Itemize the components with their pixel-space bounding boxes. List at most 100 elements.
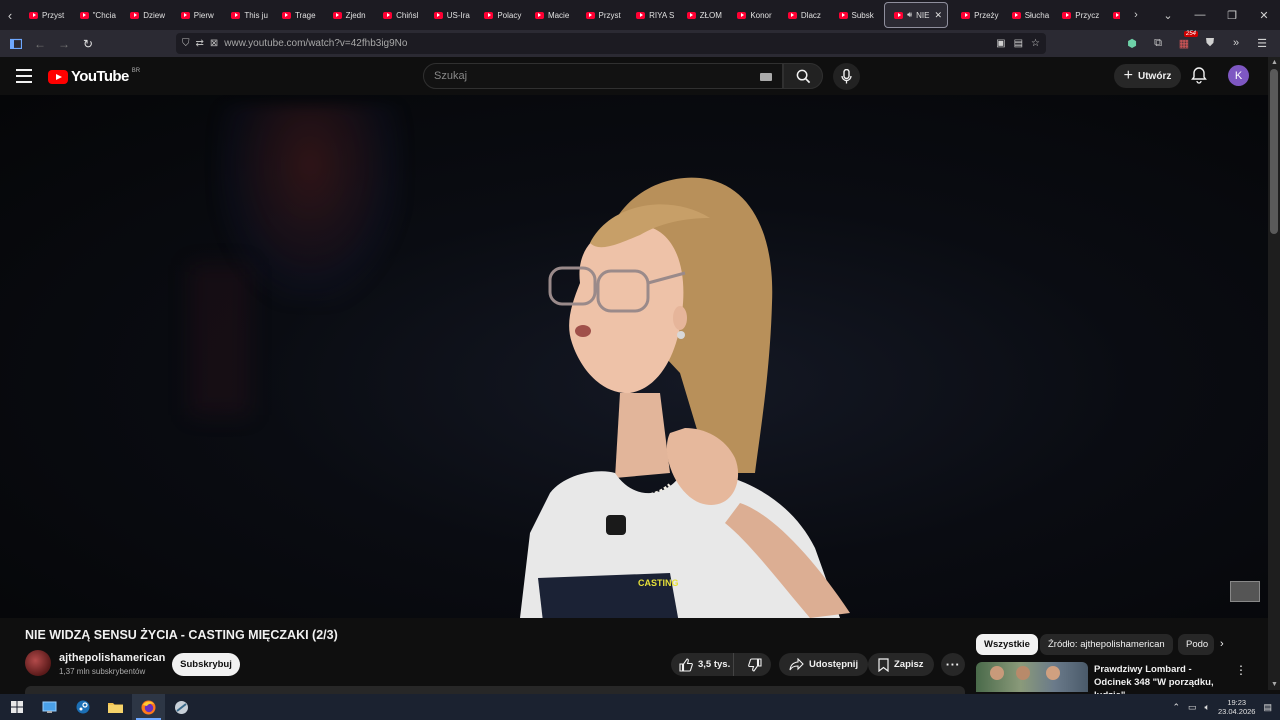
permissions-icon[interactable]: ⇄ bbox=[196, 38, 204, 49]
back-icon[interactable]: ← bbox=[28, 32, 52, 56]
app-launcher-icon[interactable] bbox=[165, 694, 198, 720]
browser-tab[interactable]: Dziew bbox=[121, 2, 172, 28]
tab-list-dropdown-icon[interactable]: ⌄ bbox=[1152, 0, 1184, 30]
browser-tab[interactable]: Praw bbox=[1104, 2, 1120, 28]
tab-scroll-left-icon[interactable]: ‹ bbox=[0, 0, 20, 30]
close-window-icon[interactable]: ✕ bbox=[1248, 0, 1280, 30]
voice-search-button[interactable] bbox=[833, 63, 860, 90]
tab-label: RIYA S bbox=[649, 10, 675, 20]
video-player[interactable]: 31 CASTING bbox=[0, 95, 1268, 618]
picture-in-picture-icon[interactable]: ▣ bbox=[996, 38, 1005, 49]
browser-tab[interactable]: Polacy bbox=[475, 2, 526, 28]
search-button[interactable] bbox=[783, 63, 823, 89]
share-button[interactable]: Udostępnij bbox=[779, 653, 869, 676]
browser-tab[interactable]: Przyst bbox=[20, 2, 71, 28]
guide-menu-icon[interactable] bbox=[14, 67, 34, 85]
browser-tab[interactable]: Słucha bbox=[1003, 2, 1054, 28]
clock[interactable]: 19:23 23.04.2026 bbox=[1218, 698, 1256, 716]
notifications-icon[interactable]: ▤ bbox=[1263, 702, 1272, 713]
search-input[interactable] bbox=[434, 70, 754, 82]
browser-tab[interactable]: Chińsl bbox=[374, 2, 425, 28]
more-actions-icon[interactable]: ··· bbox=[941, 653, 965, 676]
browser-tab[interactable]: Konor bbox=[728, 2, 779, 28]
youtube-favicon-icon bbox=[636, 11, 646, 19]
steam-icon[interactable] bbox=[66, 694, 99, 720]
toolbar-extensions: ⬢ ⧉ ▦ 254 ⛊ » ☰ bbox=[1122, 31, 1272, 53]
scroll-up-icon[interactable]: ▲ bbox=[1271, 59, 1278, 66]
youtube-logo[interactable]: YouTube BR bbox=[48, 68, 140, 85]
scrollbar-thumb[interactable] bbox=[1270, 69, 1278, 234]
account-avatar[interactable]: K bbox=[1228, 65, 1249, 86]
shield-icon[interactable]: ⛉ bbox=[182, 38, 190, 49]
subscribe-button[interactable]: Subskrybuj bbox=[172, 653, 240, 676]
like-button[interactable]: 3,5 tys. bbox=[671, 653, 734, 676]
tab-scroll-right-icon[interactable]: › bbox=[1120, 0, 1152, 30]
dislike-button[interactable] bbox=[739, 653, 771, 676]
privacy-extension-icon[interactable]: ⛊ bbox=[1200, 33, 1220, 53]
chips-next-icon[interactable]: › bbox=[1220, 638, 1224, 650]
youtube-favicon-icon bbox=[894, 11, 904, 19]
browser-tab[interactable]: ZŁOM bbox=[678, 2, 729, 28]
browser-tab[interactable]: Przycz bbox=[1053, 2, 1104, 28]
shirt-casting-text: CASTING bbox=[638, 578, 679, 588]
windows-start-icon[interactable] bbox=[0, 694, 33, 720]
reload-icon[interactable]: ↻ bbox=[76, 32, 100, 56]
page-scrollbar[interactable]: ▲ ▼ bbox=[1268, 57, 1280, 690]
browser-tab[interactable]: Dlacz bbox=[779, 2, 830, 28]
app-menu-icon[interactable]: ☰ bbox=[1252, 33, 1272, 53]
browser-tab[interactable]: Trage bbox=[273, 2, 324, 28]
youtube-favicon-icon bbox=[961, 11, 971, 19]
restore-icon[interactable]: ❐ bbox=[1216, 0, 1248, 30]
channel-name[interactable]: ajthepolishamerican bbox=[59, 652, 165, 664]
browser-tab[interactable]: "Chcia bbox=[71, 2, 122, 28]
keyboard-icon[interactable] bbox=[760, 73, 772, 81]
adblock-extension-icon[interactable]: ▦ 254 bbox=[1174, 31, 1198, 53]
youtube-favicon-icon bbox=[585, 11, 595, 19]
browser-tab[interactable]: Macie bbox=[526, 2, 577, 28]
bookmark-star-icon[interactable]: ☆ bbox=[1031, 38, 1040, 49]
channel-avatar[interactable] bbox=[25, 650, 51, 676]
tab-close-icon[interactable]: ✕ bbox=[935, 10, 943, 21]
tab-label: ZŁOM bbox=[699, 10, 722, 20]
forward-icon[interactable]: → bbox=[52, 32, 76, 56]
network-icon[interactable]: ▭ bbox=[1188, 702, 1197, 713]
browser-tab[interactable]: Subsk bbox=[830, 2, 881, 28]
description-box[interactable] bbox=[25, 686, 965, 694]
url-text[interactable]: www.youtube.com/watch?v=42fhb3ig9No bbox=[224, 38, 407, 49]
notifications-bell-icon[interactable] bbox=[1190, 66, 1210, 86]
overflow-menu-icon[interactable]: » bbox=[1226, 33, 1246, 53]
chip-similar[interactable]: Podo bbox=[1178, 634, 1214, 655]
minimize-icon[interactable]: — bbox=[1184, 0, 1216, 30]
address-bar[interactable]: ⛉ ⇄ ⊠ www.youtube.com/watch?v=42fhb3ig9N… bbox=[176, 33, 1046, 54]
desktop-app-icon[interactable] bbox=[33, 694, 66, 720]
thumbs-down-icon bbox=[748, 657, 762, 672]
vpn-extension-icon[interactable]: ⬢ bbox=[1122, 33, 1142, 53]
recommendation-thumbnail[interactable] bbox=[976, 662, 1088, 692]
browser-tab[interactable]: Zjedn bbox=[324, 2, 375, 28]
firefox-icon[interactable] bbox=[132, 694, 165, 720]
save-button[interactable]: Zapisz bbox=[868, 653, 934, 676]
scroll-down-icon[interactable]: ▼ bbox=[1271, 681, 1278, 688]
search-icon bbox=[796, 69, 810, 83]
chip-all[interactable]: Wszystkie bbox=[976, 634, 1038, 655]
sidebar-toggle-icon[interactable] bbox=[4, 32, 28, 56]
create-button[interactable]: + Utwórz bbox=[1114, 64, 1181, 88]
tracking-icon[interactable]: ⊠ bbox=[210, 38, 218, 49]
tab-audio-icon[interactable]: 🔊︎ bbox=[907, 10, 912, 20]
browser-tab[interactable]: Przeży bbox=[952, 2, 1003, 28]
browser-tab[interactable]: US-Ira bbox=[425, 2, 476, 28]
extensions-icon[interactable]: ⧉ bbox=[1148, 33, 1168, 53]
youtube-favicon-icon bbox=[383, 11, 393, 19]
browser-tab-active[interactable]: 🔊︎ NIE ✕ bbox=[884, 2, 949, 28]
file-explorer-icon[interactable] bbox=[99, 694, 132, 720]
tray-overflow-icon[interactable]: ⌃ bbox=[1172, 702, 1180, 713]
browser-tab[interactable]: RIYA S bbox=[627, 2, 678, 28]
chip-from-channel[interactable]: Źródło: ajthepolishamerican bbox=[1040, 634, 1173, 655]
miniplayer-preview[interactable] bbox=[1230, 581, 1260, 602]
browser-tab[interactable]: Pierw bbox=[172, 2, 223, 28]
browser-tab[interactable]: Przyst bbox=[577, 2, 628, 28]
volume-icon[interactable]: 🔈︎ bbox=[1205, 702, 1210, 713]
browser-tab[interactable]: This ju bbox=[222, 2, 273, 28]
reader-view-icon[interactable]: ▤ bbox=[1014, 38, 1023, 49]
recommendation-menu-icon[interactable]: ⋮ bbox=[1235, 663, 1247, 677]
